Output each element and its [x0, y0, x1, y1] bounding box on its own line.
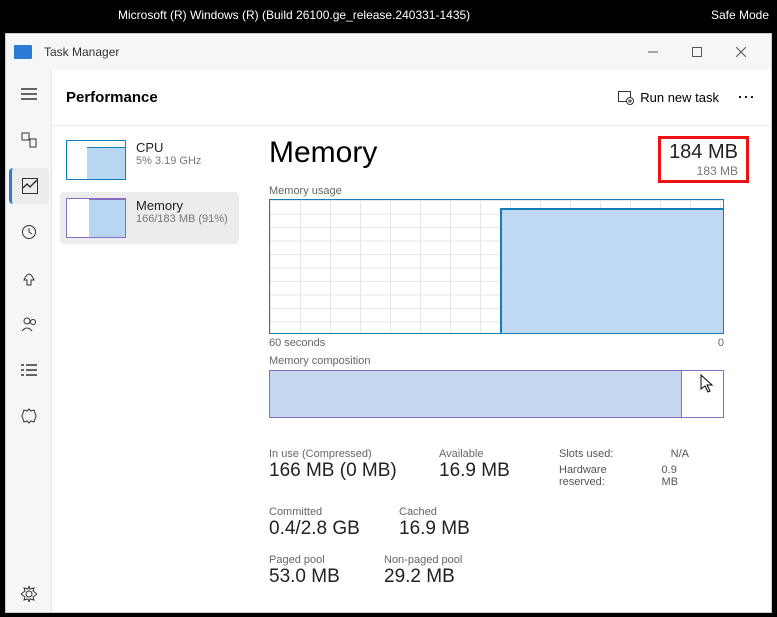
- memory-usage-label: Memory usage: [269, 185, 749, 197]
- nav-app-history[interactable]: [9, 214, 49, 250]
- inuse-label: In use (Compressed): [269, 448, 419, 460]
- committed-label: Committed: [269, 506, 379, 518]
- page-header: Performance Run new task ⋯: [52, 70, 771, 126]
- hwres-label: Hardware reserved:: [559, 464, 654, 488]
- os-topbar: Microsoft (R) Windows (R) (Build 26100.g…: [0, 0, 777, 30]
- memory-thumb-icon: [66, 198, 126, 238]
- committed-value: 0.4/2.8 GB: [269, 518, 379, 540]
- axis-left: 60 seconds: [269, 337, 325, 349]
- memory-label: Memory: [136, 198, 228, 213]
- nav-rail: [6, 70, 51, 612]
- memory-stat: 166/183 MB (91%): [136, 213, 228, 225]
- hwres-value: 0.9 MB: [662, 464, 689, 488]
- memory-composition-label: Memory composition: [269, 355, 749, 367]
- cpu-stat: 5% 3.19 GHz: [136, 155, 201, 167]
- safe-mode-label: Safe Mode: [711, 8, 769, 22]
- detail-title: Memory: [269, 136, 377, 170]
- capacity-highlight: 184 MB 183 MB: [658, 136, 749, 183]
- resource-card-memory[interactable]: Memory 166/183 MB (91%): [60, 192, 239, 244]
- cached-label: Cached: [399, 506, 499, 518]
- nav-processes[interactable]: [9, 122, 49, 158]
- task-manager-window: Task Manager: [5, 33, 772, 613]
- axis-right: 0: [718, 337, 724, 349]
- nav-performance[interactable]: [9, 168, 49, 204]
- window-title: Task Manager: [44, 45, 119, 59]
- resource-card-cpu[interactable]: CPU 5% 3.19 GHz: [60, 134, 239, 186]
- window-controls: [631, 37, 763, 67]
- capacity-usable: 183 MB: [669, 164, 738, 178]
- detail-pane: Memory 184 MB 183 MB Memory usage 60 sec…: [247, 126, 771, 612]
- memory-usage-chart: [269, 199, 724, 334]
- nonpaged-value: 29.2 MB: [384, 566, 462, 588]
- cached-value: 16.9 MB: [399, 518, 499, 540]
- slots-value: N/A: [671, 448, 689, 460]
- maximize-button[interactable]: [675, 37, 719, 67]
- build-string: Microsoft (R) Windows (R) (Build 26100.g…: [118, 8, 470, 22]
- inuse-value: 166 MB (0 MB): [269, 460, 419, 482]
- cpu-label: CPU: [136, 140, 201, 155]
- resource-list: CPU 5% 3.19 GHz Memory 166/183 MB (91%): [52, 126, 247, 612]
- nav-details[interactable]: [9, 352, 49, 388]
- nav-services[interactable]: [9, 398, 49, 434]
- memory-composition-chart: [269, 370, 724, 418]
- stats-grid: In use (Compressed) 166 MB (0 MB) Availa…: [269, 448, 709, 588]
- run-task-icon: [618, 91, 634, 105]
- close-button[interactable]: [719, 37, 763, 67]
- page-title: Performance: [66, 89, 158, 106]
- capacity-total: 184 MB: [669, 141, 738, 164]
- paged-value: 53.0 MB: [269, 566, 364, 588]
- nav-users[interactable]: [9, 306, 49, 342]
- more-options-button[interactable]: ⋯: [737, 87, 757, 108]
- slots-label: Slots used:: [559, 448, 663, 460]
- run-new-task-button[interactable]: Run new task: [618, 90, 719, 105]
- minimize-button[interactable]: [631, 37, 675, 67]
- nav-settings[interactable]: [9, 576, 49, 612]
- nav-startup-apps[interactable]: [9, 260, 49, 296]
- app-icon: [14, 45, 32, 59]
- nonpaged-label: Non-paged pool: [384, 554, 462, 566]
- hamburger-button[interactable]: [9, 76, 49, 112]
- cpu-thumb-icon: [66, 140, 126, 180]
- paged-label: Paged pool: [269, 554, 364, 566]
- available-value: 16.9 MB: [439, 460, 539, 482]
- available-label: Available: [439, 448, 539, 460]
- titlebar: Task Manager: [6, 34, 771, 70]
